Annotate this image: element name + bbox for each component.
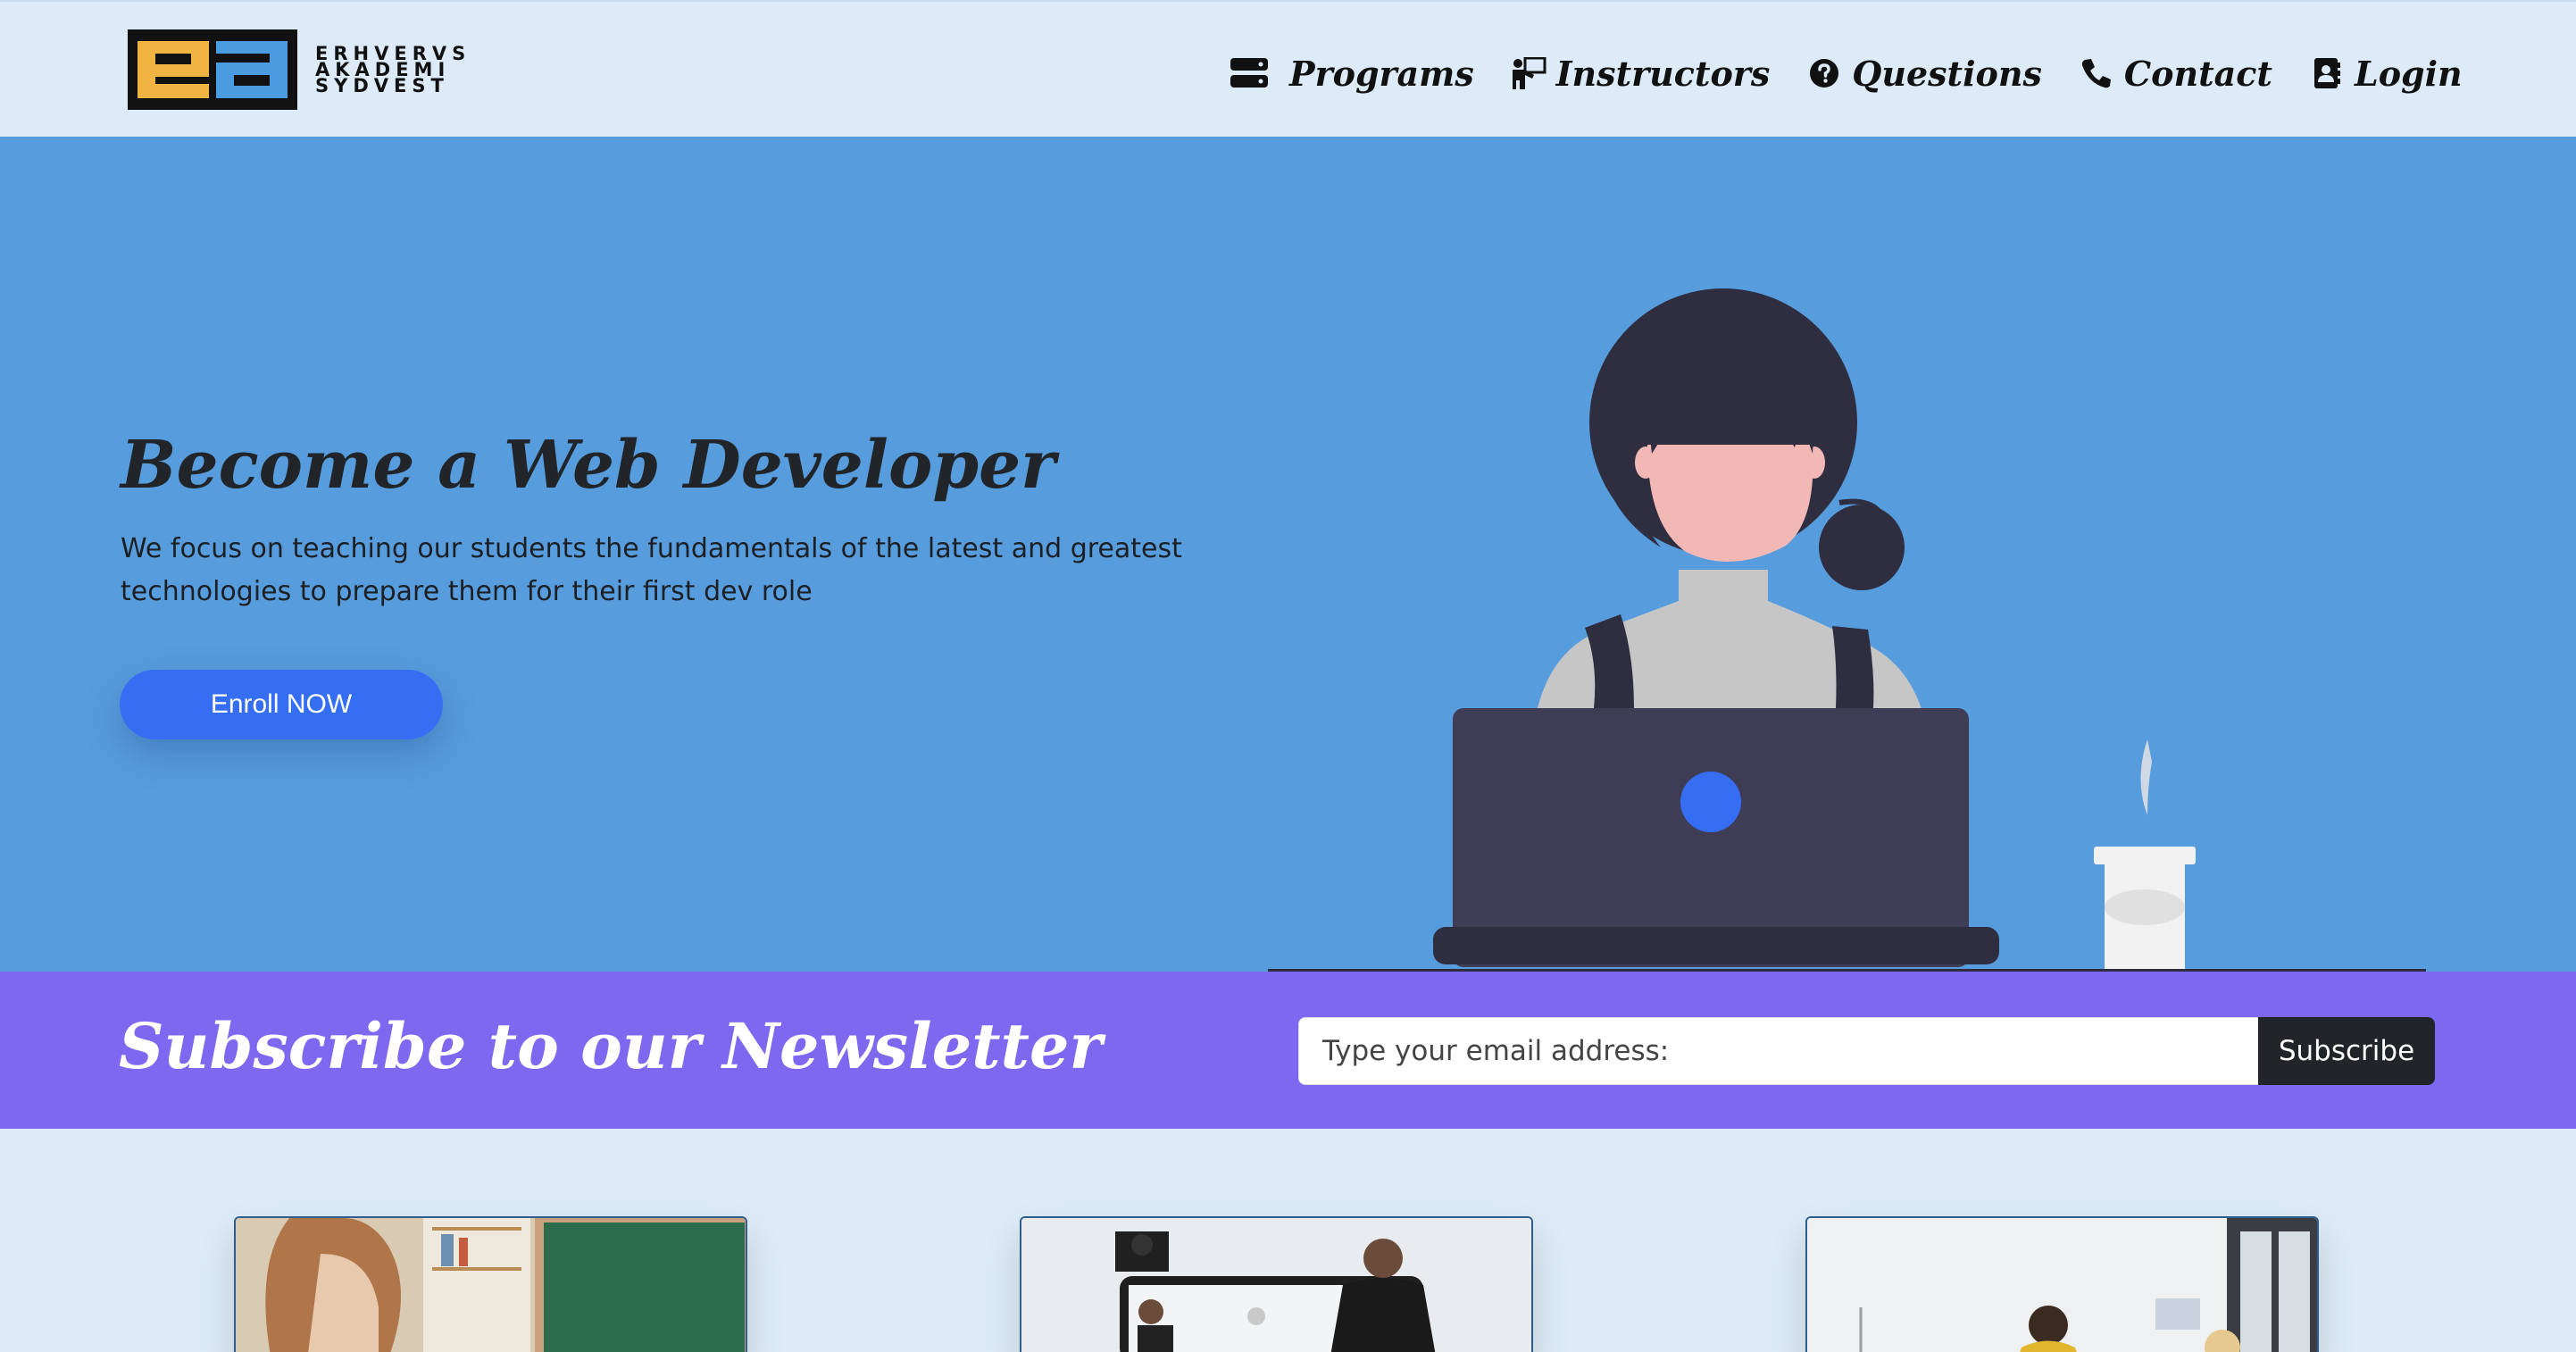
- nav-label-questions: Questions: [1852, 53, 2042, 94]
- nav-label-contact: Contact: [2123, 53, 2272, 94]
- newsletter-title: Subscribe to our Newsletter: [119, 1009, 1103, 1083]
- program-card-2[interactable]: [1020, 1216, 1533, 1352]
- program-cards: [0, 1129, 2576, 1352]
- brand-logo[interactable]: ERHVERVS AKADEMI SYDVEST: [128, 29, 471, 110]
- office-meeting-photo: [1807, 1218, 2317, 1352]
- phone-icon: [2078, 54, 2115, 92]
- subscribe-button[interactable]: Subscribe: [2258, 1017, 2435, 1085]
- nav-item-instructors[interactable]: Instructors: [1510, 54, 1770, 94]
- enroll-button[interactable]: Enroll NOW: [120, 670, 443, 739]
- program-card-1[interactable]: [234, 1216, 747, 1352]
- chalkboard-teacher-icon: [1510, 54, 1547, 92]
- newsletter-section: Subscribe to our Newsletter Subscribe: [0, 972, 2576, 1129]
- main-nav: Programs Instructors Questions Contact L…: [1230, 48, 2463, 98]
- nav-label-instructors: Instructors: [1555, 53, 1771, 94]
- program-card-3[interactable]: [1805, 1216, 2319, 1352]
- brand-wordmark: ERHVERVS AKADEMI SYDVEST: [315, 45, 471, 96]
- navbar: ERHVERVS AKADEMI SYDVEST Programs Instru…: [0, 0, 2576, 137]
- nav-item-programs[interactable]: Programs: [1289, 54, 1474, 94]
- nav-item-questions[interactable]: Questions: [1805, 54, 2042, 94]
- question-circle-icon: [1805, 54, 1843, 92]
- address-book-icon: [2308, 54, 2346, 92]
- newsletter-form: Subscribe: [1298, 1017, 2435, 1085]
- men-in-suits-celebrating-photo: [1021, 1218, 1531, 1352]
- menu-toggle[interactable]: [1230, 54, 1277, 92]
- hero-subtitle: We focus on teaching our students the fu…: [121, 533, 1182, 607]
- developer-illustration: [1268, 288, 2426, 972]
- brand-line-3: SYDVEST: [315, 75, 449, 96]
- hero-section: Become a Web Developer We focus on teach…: [0, 137, 2576, 972]
- nav-label-login: Login: [2354, 53, 2463, 94]
- hero-title: Become a Web Developer: [121, 427, 1056, 504]
- nav-label-programs: Programs: [1289, 53, 1474, 94]
- nav-item-login[interactable]: Login: [2308, 54, 2463, 94]
- ea-logo-mark: [128, 29, 297, 110]
- server-stack-icon: [1230, 54, 1268, 92]
- student-laptop-classroom-photo: [236, 1218, 746, 1352]
- nav-item-contact[interactable]: Contact: [2078, 54, 2272, 94]
- email-input[interactable]: [1298, 1017, 2258, 1085]
